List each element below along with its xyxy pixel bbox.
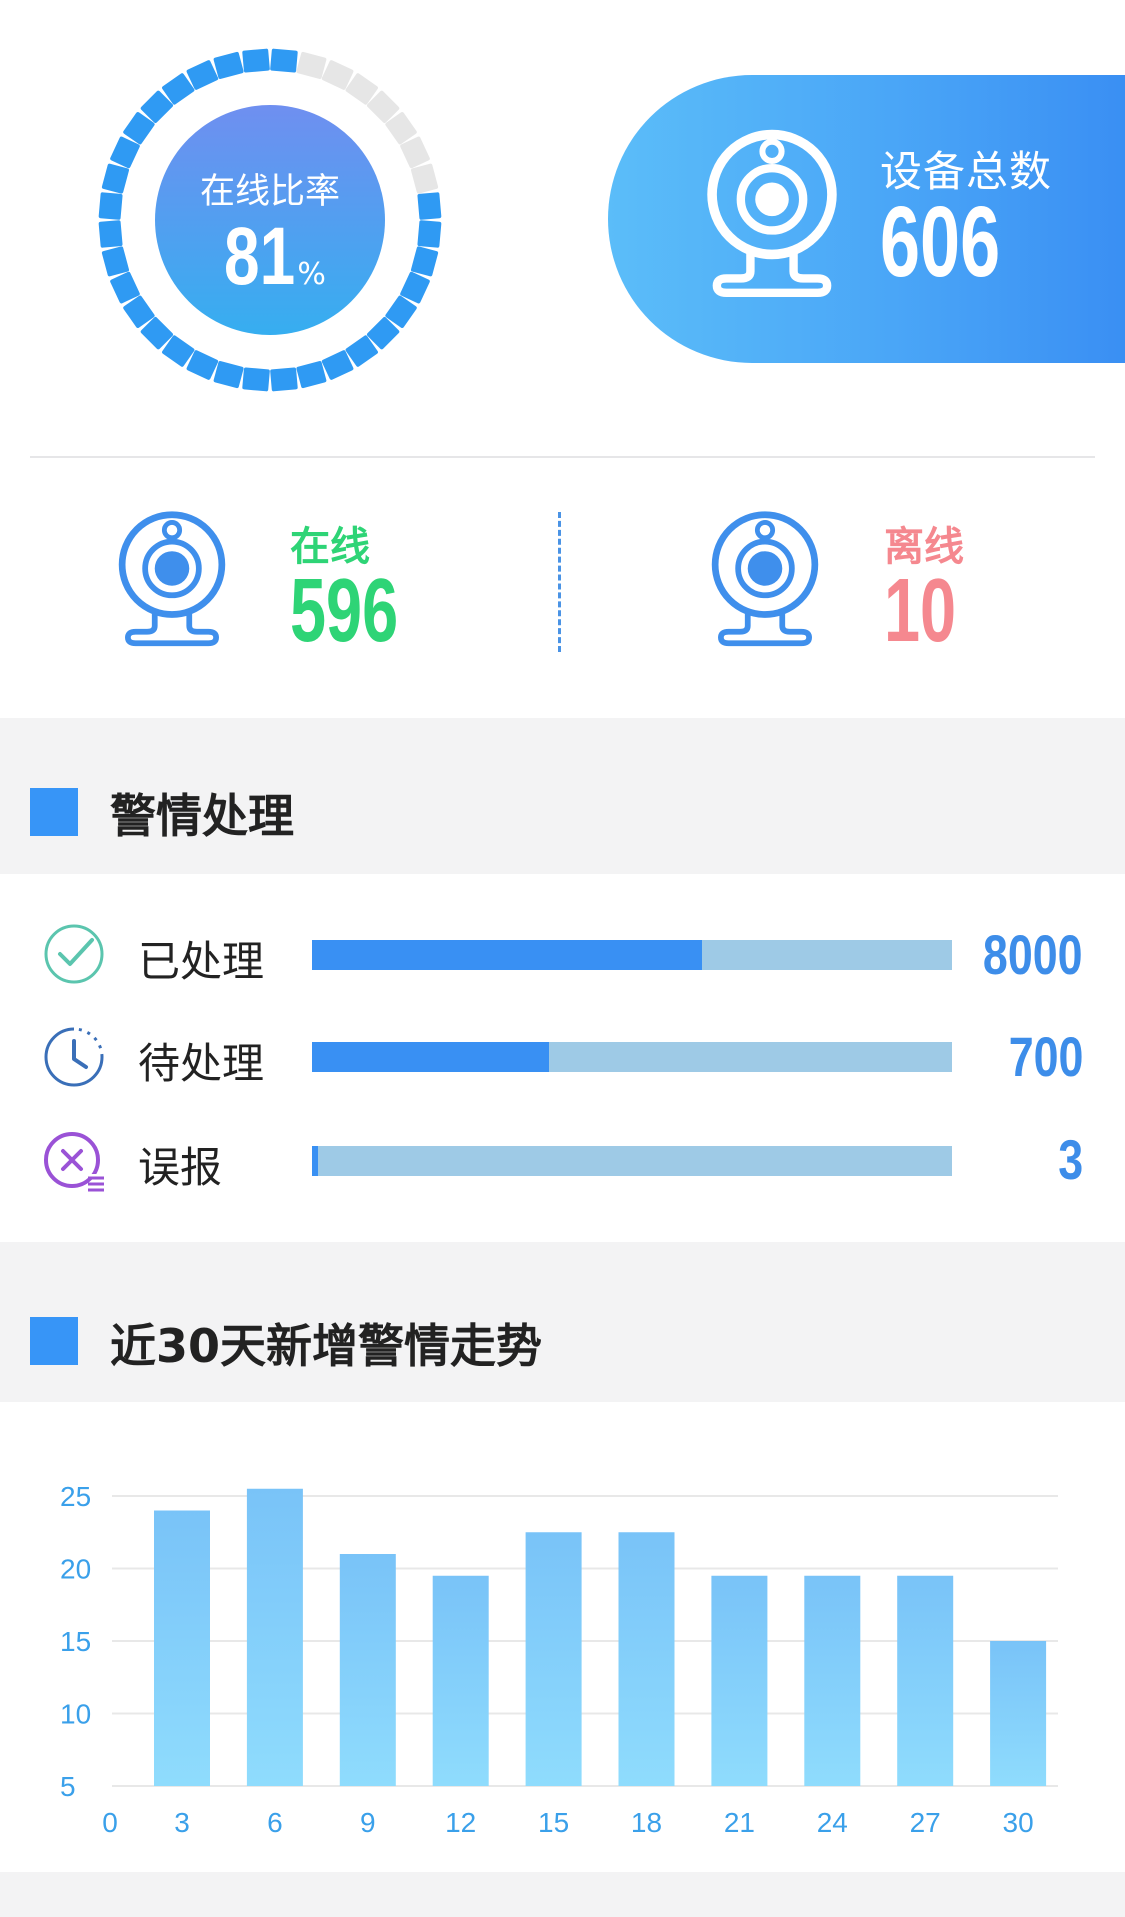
- chart-bar[interactable]: [525, 1532, 582, 1786]
- total-devices-card[interactable]: [608, 75, 1125, 363]
- x-tick-label: 3: [174, 1807, 190, 1838]
- clock-icon: [44, 1027, 104, 1087]
- y-tick-label: 25: [60, 1481, 91, 1512]
- chart-bar[interactable]: [339, 1554, 396, 1786]
- chart-bar[interactable]: [990, 1641, 1047, 1786]
- online-value: 596: [290, 561, 399, 661]
- total-devices-value: 606: [880, 186, 1001, 298]
- webcam-icon: [711, 511, 819, 647]
- y-tick-label: 15: [60, 1626, 91, 1657]
- chart-bar[interactable]: [804, 1575, 861, 1786]
- alarm-row-value: 3: [1058, 1128, 1083, 1191]
- chart-bar[interactable]: [897, 1575, 954, 1786]
- webcam-icon: [707, 129, 837, 298]
- online-rate-value: 81: [224, 211, 296, 302]
- alarm-progress-fill: [312, 940, 703, 970]
- offline-value: 10: [884, 561, 957, 661]
- trend-chart-panel: 5 10 15 20 25 0 3 6 9 12 15 18 21 24 27 30: [0, 1402, 1125, 1872]
- y-tick-label: 10: [60, 1699, 91, 1730]
- trend-bar-chart: 5 10 15 20 25 0 3 6 9 12 15 18 21 24 27 30: [60, 1481, 1058, 1838]
- chart-bar[interactable]: [154, 1510, 210, 1787]
- x-tick-label: 6: [267, 1807, 283, 1838]
- chart-bar[interactable]: [432, 1575, 489, 1786]
- chart-bar[interactable]: [246, 1488, 303, 1786]
- online-rate-title: 在线比率: [199, 172, 340, 212]
- x-tick-label: 21: [724, 1807, 755, 1838]
- alarm-row-value: 8000: [983, 923, 1083, 986]
- ring-segment: [242, 48, 270, 73]
- ring-segment: [270, 367, 298, 392]
- alarm-row-label: 待处理: [138, 1039, 265, 1088]
- section-marker: [30, 1317, 78, 1365]
- ring-segment: [270, 48, 298, 73]
- online-rate-unit: %: [297, 257, 326, 292]
- webcam-icon: [118, 511, 226, 647]
- dashed-divider: [558, 512, 561, 652]
- x-tick-label: 15: [538, 1807, 569, 1838]
- alarm-section-title: 警情处理: [110, 789, 294, 843]
- alarm-progress-fill: [312, 1042, 549, 1072]
- ring-segment: [213, 361, 244, 389]
- y-tick-label: 5: [60, 1771, 76, 1802]
- chart-bar[interactable]: [618, 1532, 675, 1786]
- ring-segment: [213, 51, 244, 79]
- x-tick-label: 0: [102, 1807, 118, 1838]
- alarm-progress-bar: [312, 940, 952, 970]
- section-marker: [30, 788, 78, 836]
- alarm-progress-bar: [312, 1042, 952, 1072]
- x-tick-label: 9: [360, 1807, 376, 1838]
- trend-section-title: 近30天新增警情走势: [110, 1319, 543, 1373]
- ring-segment: [296, 361, 327, 389]
- x-tick-label: 27: [910, 1807, 941, 1838]
- alarm-progress-fill: [312, 1146, 319, 1176]
- alarm-row-value: 700: [1008, 1025, 1083, 1088]
- divider: [30, 456, 1095, 458]
- x-tick-label: 30: [1003, 1807, 1034, 1838]
- x-tick-label: 12: [445, 1807, 476, 1838]
- ring-segment: [242, 367, 270, 392]
- ring-segment: [296, 51, 327, 79]
- y-tick-label: 20: [60, 1554, 91, 1585]
- online-rate-value-wrap: 81%: [90, 210, 450, 304]
- cancel-list-icon: [44, 1132, 104, 1192]
- alarm-row-label: 误报: [138, 1143, 223, 1192]
- x-tick-label: 18: [631, 1807, 662, 1838]
- x-tick-label: 24: [817, 1807, 848, 1838]
- check-circle-icon: [44, 924, 104, 984]
- chart-bar[interactable]: [711, 1575, 768, 1786]
- alarm-progress-bar: [312, 1146, 952, 1176]
- alarm-row-label: 已处理: [138, 937, 265, 986]
